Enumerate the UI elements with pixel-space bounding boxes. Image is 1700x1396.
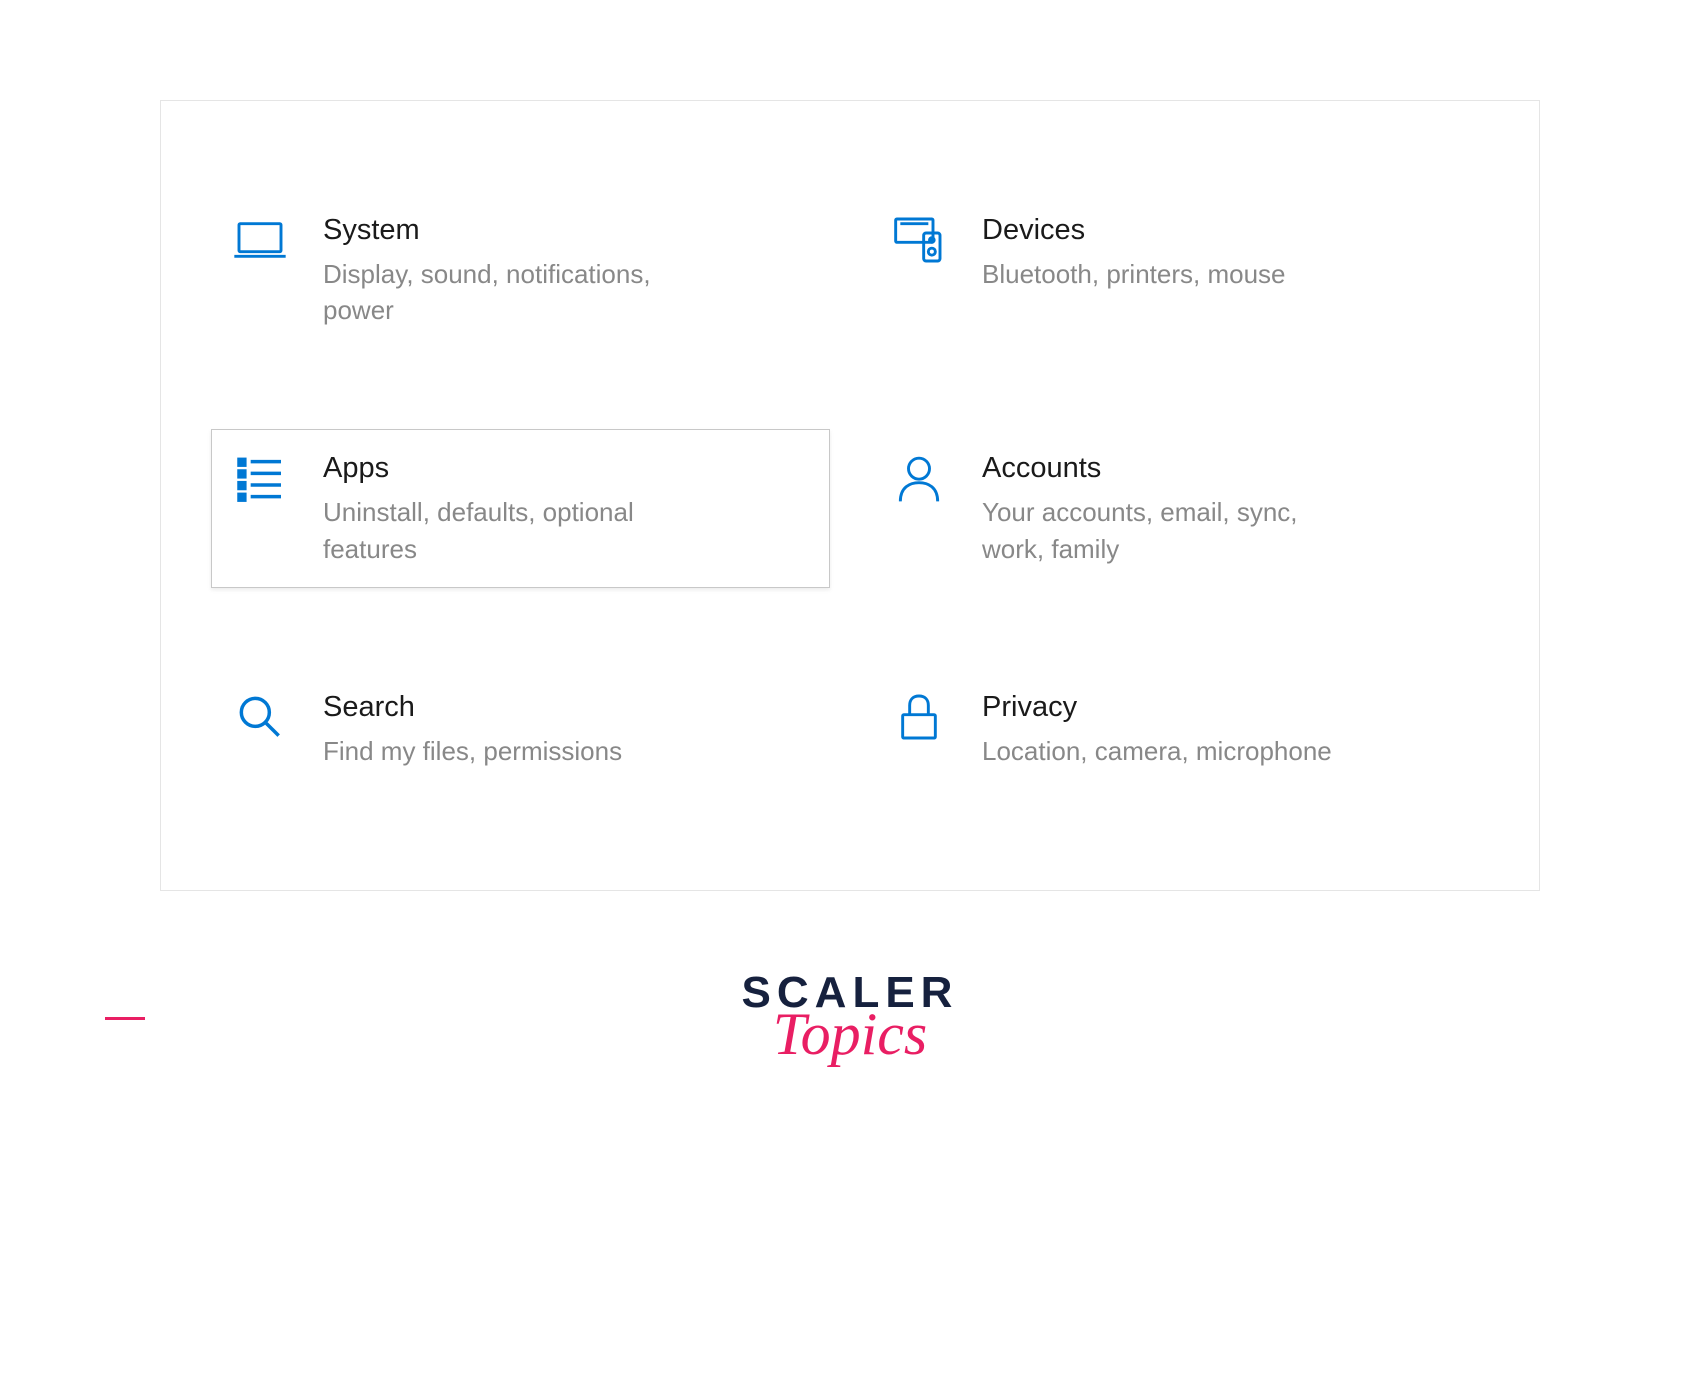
settings-item-text: Apps Uninstall, defaults, optional featu…: [323, 450, 809, 566]
settings-item-title: Search: [323, 689, 809, 727]
accounts-icon: [891, 450, 947, 506]
settings-grid: System Display, sound, notifications, po…: [211, 191, 1489, 790]
settings-item-accounts[interactable]: Accounts Your accounts, email, sync, wor…: [870, 429, 1489, 587]
settings-item-subtitle: Display, sound, notifications, power: [323, 256, 703, 329]
settings-item-subtitle: Your accounts, email, sync, work, family: [982, 494, 1362, 567]
footer-logo: SCALER Topics: [160, 971, 1540, 1061]
privacy-icon: [891, 689, 947, 745]
settings-item-title: System: [323, 212, 809, 250]
settings-item-text: System Display, sound, notifications, po…: [323, 212, 809, 328]
settings-item-title: Privacy: [982, 689, 1468, 727]
laptop-icon: [232, 212, 288, 268]
search-icon: [232, 689, 288, 745]
settings-item-subtitle: Location, camera, microphone: [982, 733, 1362, 769]
settings-item-title: Apps: [323, 450, 809, 488]
settings-item-system[interactable]: System Display, sound, notifications, po…: [211, 191, 830, 349]
settings-item-title: Accounts: [982, 450, 1468, 488]
settings-item-subtitle: Uninstall, defaults, optional features: [323, 494, 703, 567]
devices-icon: [891, 212, 947, 268]
settings-item-title: Devices: [982, 212, 1468, 250]
settings-item-text: Privacy Location, camera, microphone: [982, 689, 1468, 769]
settings-item-text: Search Find my files, permissions: [323, 689, 809, 769]
settings-item-text: Accounts Your accounts, email, sync, wor…: [982, 450, 1468, 566]
settings-item-devices[interactable]: Devices Bluetooth, printers, mouse: [870, 191, 1489, 349]
settings-panel: System Display, sound, notifications, po…: [160, 100, 1540, 891]
settings-item-apps[interactable]: Apps Uninstall, defaults, optional featu…: [211, 429, 830, 587]
settings-item-search[interactable]: Search Find my files, permissions: [211, 668, 830, 790]
logo-text-topics: Topics: [160, 1007, 1540, 1061]
settings-item-privacy[interactable]: Privacy Location, camera, microphone: [870, 668, 1489, 790]
apps-icon: [232, 450, 288, 506]
settings-item-subtitle: Find my files, permissions: [323, 733, 703, 769]
settings-item-text: Devices Bluetooth, printers, mouse: [982, 212, 1468, 292]
settings-item-subtitle: Bluetooth, printers, mouse: [982, 256, 1362, 292]
